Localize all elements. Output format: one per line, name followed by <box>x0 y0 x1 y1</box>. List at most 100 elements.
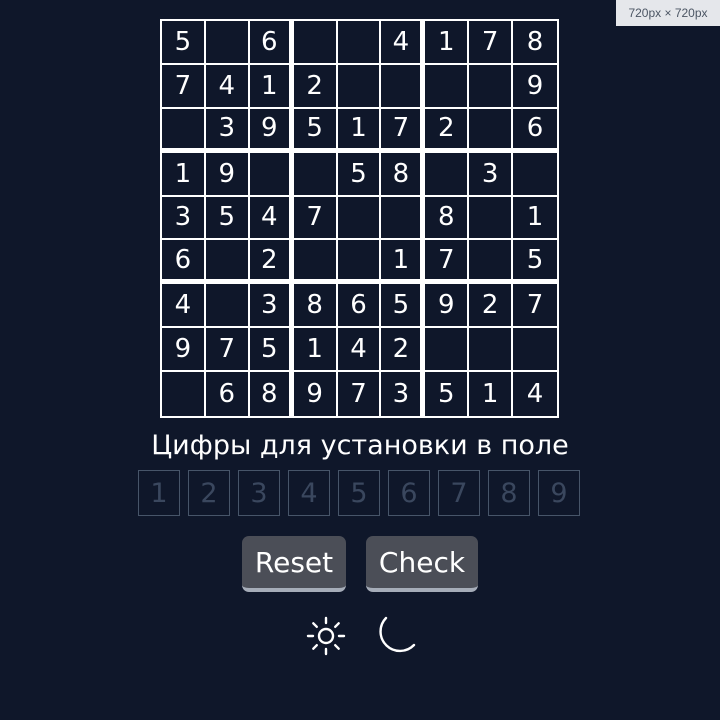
sudoku-cell-r7c8[interactable]: 2 <box>469 284 514 329</box>
digit-palette: 123456789 <box>138 470 580 516</box>
sudoku-cell-r4c4[interactable] <box>293 152 338 197</box>
sudoku-cell-r1c9[interactable]: 8 <box>513 21 557 65</box>
sudoku-cell-r3c3[interactable]: 9 <box>249 108 294 153</box>
sudoku-cell-r3c6[interactable]: 7 <box>381 108 426 153</box>
sudoku-cell-r8c9[interactable] <box>513 328 557 373</box>
sudoku-cell-r5c2[interactable]: 5 <box>205 196 250 241</box>
digit-option-7: 7 <box>438 470 480 516</box>
sudoku-cell-r9c4[interactable]: 9 <box>294 372 338 416</box>
sudoku-cell-r2c3[interactable]: 1 <box>249 64 294 109</box>
sudoku-cell-r2c1[interactable]: 7 <box>162 64 206 109</box>
digit-option-4: 4 <box>288 470 330 516</box>
sudoku-cell-r4c8[interactable]: 3 <box>469 152 514 197</box>
sudoku-cell-r7c6[interactable]: 5 <box>381 284 426 329</box>
sudoku-cell-r7c1[interactable]: 4 <box>162 284 206 329</box>
sudoku-cell-r8c1[interactable]: 9 <box>162 328 206 373</box>
sudoku-cell-r6c7[interactable]: 7 <box>425 240 470 285</box>
sudoku-cell-r6c1[interactable]: 6 <box>162 240 206 285</box>
sudoku-cell-r9c6[interactable]: 3 <box>381 372 426 416</box>
sun-icon-graphic <box>306 616 346 656</box>
digit-option-2: 2 <box>188 470 230 516</box>
sudoku-cell-r1c3[interactable]: 6 <box>249 21 294 65</box>
sudoku-cell-r5c6[interactable] <box>381 196 426 241</box>
sudoku-cell-r7c9[interactable]: 7 <box>513 284 557 329</box>
moon-icon[interactable] <box>370 614 418 664</box>
sudoku-cell-r4c5[interactable]: 5 <box>337 152 382 197</box>
sudoku-cell-r2c7[interactable] <box>425 64 470 109</box>
sudoku-cell-r2c2[interactable]: 4 <box>205 64 250 109</box>
check-button[interactable]: Check <box>366 536 478 592</box>
sun-icon[interactable] <box>304 614 348 662</box>
sudoku-cell-r3c2[interactable]: 3 <box>205 108 250 153</box>
sudoku-cell-r4c2[interactable]: 9 <box>205 152 250 197</box>
sudoku-cell-r7c3[interactable]: 3 <box>249 284 294 329</box>
digit-option-6: 6 <box>388 470 430 516</box>
sudoku-cell-r2c4[interactable]: 2 <box>293 64 338 109</box>
sudoku-cell-r9c5[interactable]: 7 <box>338 372 382 416</box>
sudoku-cell-r1c2[interactable] <box>205 21 250 65</box>
digit-option-3: 3 <box>238 470 280 516</box>
sudoku-cell-r8c2[interactable]: 7 <box>205 328 250 373</box>
sudoku-board: 5641787412939517261958335478162175438659… <box>160 19 559 418</box>
sudoku-cell-r9c7[interactable]: 5 <box>425 372 470 416</box>
sudoku-cell-r1c1[interactable]: 5 <box>162 21 206 65</box>
sudoku-cell-r6c9[interactable]: 5 <box>513 240 557 285</box>
sudoku-cell-r5c9[interactable]: 1 <box>513 197 557 241</box>
sudoku-cell-r7c4[interactable]: 8 <box>293 284 338 329</box>
digit-option-1: 1 <box>138 470 180 516</box>
sudoku-cell-r7c5[interactable]: 6 <box>337 284 382 329</box>
sudoku-cell-r6c3[interactable]: 2 <box>249 240 294 285</box>
sudoku-cell-r5c7[interactable]: 8 <box>425 196 470 241</box>
sudoku-cell-r6c2[interactable] <box>205 240 250 285</box>
sudoku-cell-r3c9[interactable]: 6 <box>513 109 557 153</box>
digit-option-5: 5 <box>338 470 380 516</box>
sudoku-cell-r9c1[interactable] <box>162 372 206 416</box>
sudoku-cell-r8c4[interactable]: 1 <box>293 328 338 373</box>
sudoku-cell-r4c3[interactable] <box>249 152 294 197</box>
sudoku-cell-r8c8[interactable] <box>469 328 514 373</box>
sudoku-cell-r4c6[interactable]: 8 <box>381 152 426 197</box>
sudoku-cell-r2c6[interactable] <box>381 64 426 109</box>
digit-palette-caption: Цифры для установки в поле <box>151 430 569 461</box>
moon-icon-graphic <box>379 616 416 653</box>
sudoku-cell-r1c7[interactable]: 1 <box>425 21 470 65</box>
sudoku-cell-r4c9[interactable] <box>513 153 557 197</box>
sudoku-cell-r6c4[interactable] <box>293 240 338 285</box>
sudoku-cell-r4c1[interactable]: 1 <box>162 152 206 197</box>
sudoku-cell-r3c4[interactable]: 5 <box>293 108 338 153</box>
sudoku-cell-r8c7[interactable] <box>425 328 470 373</box>
sudoku-cell-r9c3[interactable]: 8 <box>250 372 294 416</box>
sudoku-cell-r1c8[interactable]: 7 <box>469 21 514 65</box>
sudoku-cell-r7c7[interactable]: 9 <box>425 284 470 329</box>
sudoku-cell-r9c2[interactable]: 6 <box>206 372 250 416</box>
sudoku-cell-r9c9[interactable]: 4 <box>513 372 557 416</box>
sudoku-cell-r3c1[interactable] <box>162 108 206 153</box>
reset-button[interactable]: Reset <box>242 536 346 592</box>
digit-option-8: 8 <box>488 470 530 516</box>
sudoku-cell-r8c3[interactable]: 5 <box>249 328 294 373</box>
sudoku-cell-r5c1[interactable]: 3 <box>162 196 206 241</box>
sudoku-cell-r1c6[interactable]: 4 <box>381 21 426 65</box>
sudoku-cell-r3c7[interactable]: 2 <box>425 108 470 153</box>
digit-option-9: 9 <box>538 470 580 516</box>
sudoku-cell-r2c9[interactable]: 9 <box>513 65 557 109</box>
sudoku-cell-r7c2[interactable] <box>205 284 250 329</box>
sudoku-cell-r3c8[interactable] <box>469 108 514 153</box>
sudoku-cell-r5c3[interactable]: 4 <box>249 196 294 241</box>
sudoku-cell-r5c4[interactable]: 7 <box>293 196 338 241</box>
sudoku-cell-r1c4[interactable] <box>293 21 338 65</box>
sudoku-cell-r9c8[interactable]: 1 <box>469 372 514 416</box>
sudoku-cell-r8c5[interactable]: 4 <box>337 328 382 373</box>
sudoku-cell-r2c8[interactable] <box>469 64 514 109</box>
sudoku-cell-r3c5[interactable]: 1 <box>337 108 382 153</box>
sudoku-cell-r5c5[interactable] <box>337 196 382 241</box>
sudoku-cell-r8c6[interactable]: 2 <box>381 328 426 373</box>
sudoku-cell-r4c7[interactable] <box>425 152 470 197</box>
sudoku-cell-r5c8[interactable] <box>469 196 514 241</box>
sudoku-cell-r6c8[interactable] <box>469 240 514 285</box>
sudoku-cell-r6c5[interactable] <box>337 240 382 285</box>
viewport-size-badge: 720px × 720px <box>616 0 720 26</box>
sudoku-cell-r1c5[interactable] <box>337 21 382 65</box>
sudoku-cell-r2c5[interactable] <box>337 64 382 109</box>
sudoku-cell-r6c6[interactable]: 1 <box>381 240 426 285</box>
